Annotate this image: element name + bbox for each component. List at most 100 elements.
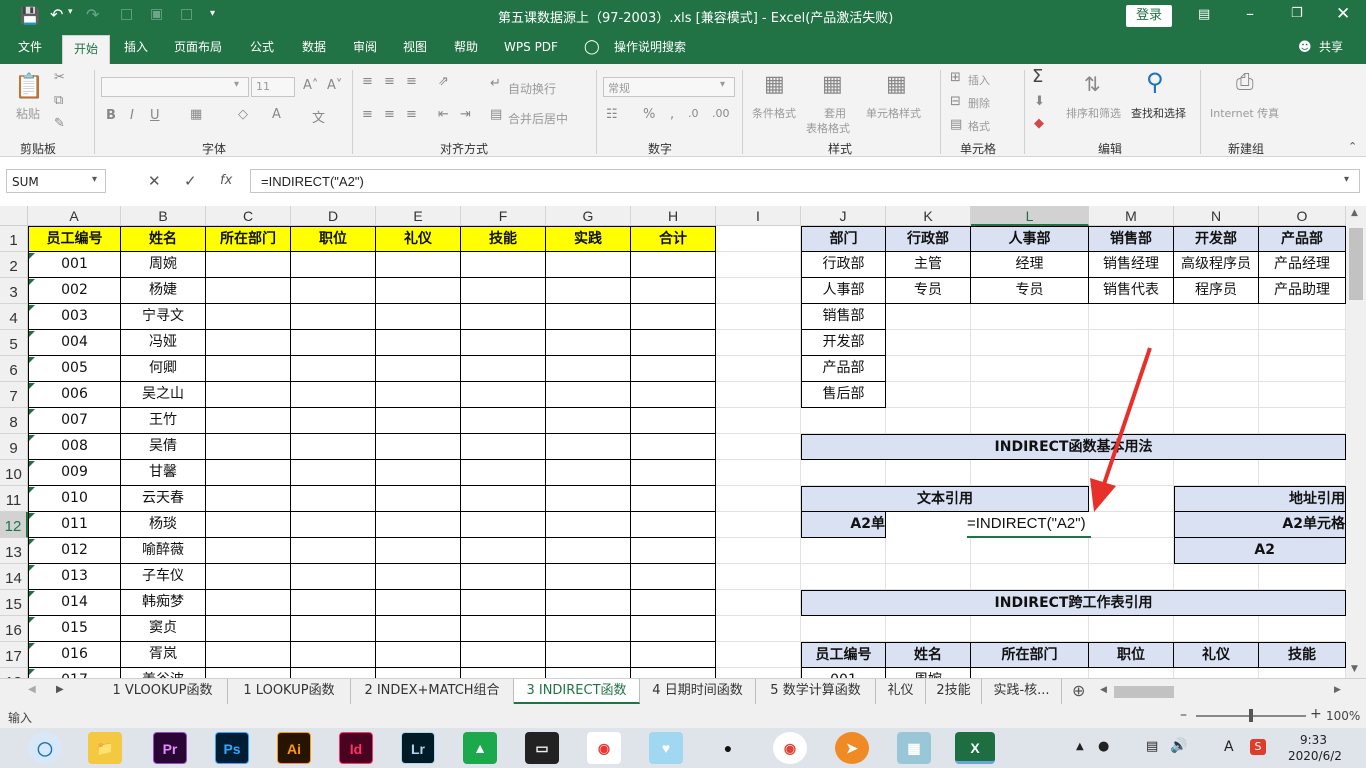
cell-D4[interactable] (291, 304, 376, 330)
cell-G17[interactable] (546, 642, 631, 668)
new-file-icon[interactable]: □ (120, 6, 133, 22)
font-color-icon[interactable]: A (272, 107, 281, 122)
column-header-D[interactable]: D (291, 206, 376, 226)
restore-icon[interactable]: ❐ (1291, 6, 1303, 21)
tell-me-search[interactable]: 操作说明搜索 (604, 32, 696, 64)
italic-icon[interactable]: I (130, 108, 134, 123)
cell-B2[interactable]: 周婉 (121, 252, 206, 278)
zoom-in-icon[interactable]: + (1310, 706, 1322, 722)
column-header-A[interactable]: A (28, 206, 121, 226)
cell-K18[interactable]: 周婉 (886, 668, 971, 678)
cell-E3[interactable] (376, 278, 461, 304)
clock-time[interactable]: 9:33 (1300, 733, 1327, 747)
cell-A8[interactable]: 007 (28, 408, 121, 434)
name-box-dropdown-icon[interactable]: ▾ (92, 174, 97, 185)
cell-B13[interactable]: 喻醉薇 (121, 538, 206, 564)
cell-H7[interactable] (631, 382, 716, 408)
cell-G9[interactable] (546, 434, 631, 460)
cell-A17[interactable]: 016 (28, 642, 121, 668)
cell-C6[interactable] (206, 356, 291, 382)
row-header-15[interactable]: 15 (0, 590, 28, 616)
sort-filter-icon[interactable]: ⇅ (1084, 72, 1101, 96)
insert-cells-icon[interactable]: ⊞ (950, 70, 961, 85)
decrease-font-icon[interactable]: A˅ (327, 78, 342, 93)
zoom-out-icon[interactable]: – (1180, 707, 1187, 723)
cell-F11[interactable] (461, 486, 546, 512)
cell-D7[interactable] (291, 382, 376, 408)
column-header-L[interactable]: L (971, 206, 1089, 226)
notes-app-icon[interactable]: ▦ (897, 732, 931, 764)
cell-E15[interactable] (376, 590, 461, 616)
cell-F3[interactable] (461, 278, 546, 304)
cell-E11[interactable] (376, 486, 461, 512)
cell-C3[interactable] (206, 278, 291, 304)
cell-E7[interactable] (376, 382, 461, 408)
cell-B18[interactable]: 姜谷波 (121, 668, 206, 678)
select-all-corner[interactable] (0, 206, 28, 226)
cell-J3[interactable]: 人事部 (801, 278, 886, 304)
undo-dropdown-icon[interactable]: ▾ (68, 7, 73, 17)
row-header-4[interactable]: 4 (0, 304, 28, 330)
column-header-I[interactable]: I (716, 206, 801, 226)
tab-wps-pdf[interactable]: WPS PDF (498, 32, 564, 64)
cell-G2[interactable] (546, 252, 631, 278)
sheet-tab-6[interactable]: 5 数学计算函数 (756, 679, 876, 704)
cell-H9[interactable] (631, 434, 716, 460)
customize-quick-access-icon[interactable]: ▾ (210, 8, 215, 19)
cancel-icon[interactable]: ✕ (148, 172, 161, 190)
cell-J5[interactable]: 开发部 (801, 330, 886, 356)
cell-C16[interactable] (206, 616, 291, 642)
cell-G14[interactable] (546, 564, 631, 590)
cell-J2[interactable]: 行政部 (801, 252, 886, 278)
addr-ref-header[interactable]: 地址引用 (1174, 486, 1346, 512)
clear-icon[interactable]: ◆ (1034, 116, 1044, 131)
cut-icon[interactable]: ✂ (54, 70, 65, 85)
cell-O2[interactable]: 产品经理 (1259, 252, 1346, 278)
close-icon[interactable]: ✕ (1336, 4, 1350, 24)
cell-H16[interactable] (631, 616, 716, 642)
cell-B16[interactable]: 窦贞 (121, 616, 206, 642)
collapse-ribbon-icon[interactable]: ⌃ (1348, 140, 1357, 153)
cell-F14[interactable] (461, 564, 546, 590)
tab-formulas[interactable]: 公式 (240, 32, 284, 64)
cell-G13[interactable] (546, 538, 631, 564)
cell-styles-icon[interactable]: ▦ (886, 72, 907, 97)
cell-N1[interactable]: 开发部 (1174, 226, 1259, 252)
expand-formula-icon[interactable]: ▾ (1344, 174, 1349, 185)
horizontal-scroll-right-icon[interactable]: ▶ (1334, 685, 1341, 695)
cell-F18[interactable] (461, 668, 546, 678)
cell-G5[interactable] (546, 330, 631, 356)
align-middle-icon[interactable]: ≡ (384, 74, 395, 89)
cell-L1[interactable]: 人事部 (971, 226, 1089, 252)
tray-expand-icon[interactable]: ▲ (1076, 741, 1084, 752)
delete-cells-button[interactable]: 删除 (968, 95, 990, 111)
increase-indent-icon[interactable]: ⇥ (460, 107, 471, 122)
cell-L3[interactable]: 专员 (971, 278, 1089, 304)
cell-E10[interactable] (376, 460, 461, 486)
decrease-indent-icon[interactable]: ⇤ (438, 107, 449, 122)
comma-icon[interactable]: , (670, 107, 674, 122)
insert-function-icon[interactable]: fx (220, 173, 232, 188)
orange-app-icon[interactable]: ➤ (835, 732, 869, 764)
cell-F7[interactable] (461, 382, 546, 408)
cell-C7[interactable] (206, 382, 291, 408)
conditional-format-button[interactable]: 条件格式 (752, 105, 796, 121)
cell-F5[interactable] (461, 330, 546, 356)
horizontal-scroll-thumb[interactable] (1114, 686, 1174, 698)
cell-H18[interactable] (631, 668, 716, 678)
cell-K3[interactable]: 专员 (886, 278, 971, 304)
cell-F4[interactable] (461, 304, 546, 330)
cell-G6[interactable] (546, 356, 631, 382)
scroll-tabs-left-icon[interactable]: ◀ (28, 684, 36, 695)
cell-F16[interactable] (461, 616, 546, 642)
clock-date[interactable]: 2020/6/2 (1288, 749, 1342, 763)
cell-J6[interactable]: 产品部 (801, 356, 886, 382)
column-header-J[interactable]: J (801, 206, 886, 226)
browser-360-icon[interactable]: ◯ (28, 732, 62, 764)
increase-decimal-icon[interactable]: .0 (688, 107, 699, 120)
cell-L17[interactable]: 所在部门 (971, 642, 1089, 668)
minimize-icon[interactable]: – (1246, 4, 1254, 23)
cell-E9[interactable] (376, 434, 461, 460)
cell-K1[interactable]: 行政部 (886, 226, 971, 252)
row-header-14[interactable]: 14 (0, 564, 28, 590)
